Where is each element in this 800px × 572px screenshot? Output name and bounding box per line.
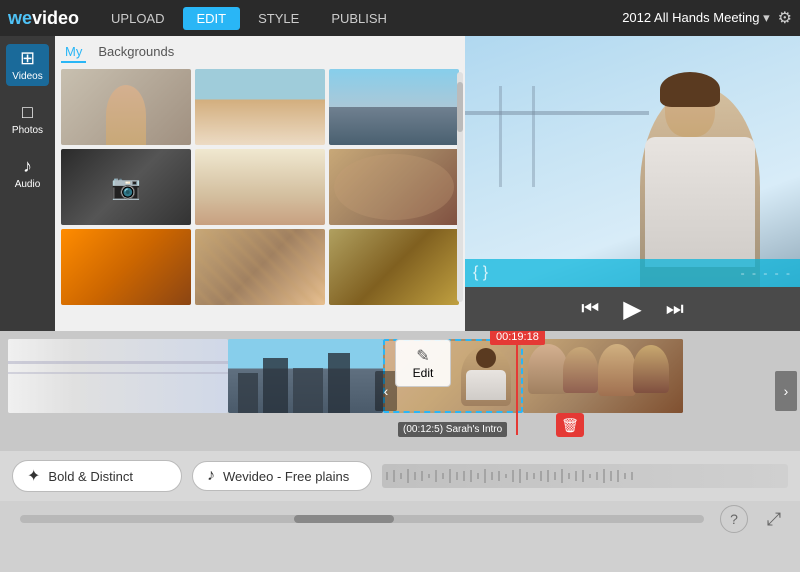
audio-icon: ♪: [23, 156, 32, 177]
nav-style[interactable]: STYLE: [244, 7, 313, 30]
main-area: ⊞ Videos □ Photos ♪ Audio My Backgrounds: [0, 36, 800, 331]
media-scrollbar-thumb: [457, 82, 463, 132]
media-thumb[interactable]: [195, 149, 325, 225]
media-thumb[interactable]: 📷: [61, 149, 191, 225]
top-navigation: wevideo UPLOAD EDIT STYLE PUBLISH 2012 A…: [0, 0, 800, 36]
bottom-bar: ✦ Bold & Distinct ♪ Wevideo - Free plain…: [0, 451, 800, 501]
media-tabs: My Backgrounds: [61, 42, 459, 63]
sidebar-item-audio[interactable]: ♪ Audio: [9, 152, 47, 194]
photo-icon: □: [22, 102, 33, 123]
preview-overlay-bar: { } - - - - -: [465, 259, 800, 287]
media-thumb[interactable]: [329, 229, 459, 305]
help-button[interactable]: ?: [720, 505, 748, 533]
project-title: 2012 All Hands Meeting ▾: [622, 10, 769, 26]
timeline-clip-business[interactable]: [523, 339, 683, 413]
timeline-next-button[interactable]: ›: [775, 371, 797, 411]
media-thumb[interactable]: [195, 69, 325, 145]
media-panel: My Backgrounds 📷: [55, 36, 465, 331]
sidebar-item-label: Photos: [12, 125, 43, 136]
theme-label: Bold & Distinct: [48, 469, 133, 484]
theme-icon: ✦: [27, 466, 40, 486]
audio-label: Wevideo - Free plains: [223, 469, 349, 484]
media-thumb[interactable]: [329, 69, 459, 145]
media-thumb[interactable]: [61, 229, 191, 305]
very-bottom: ? ⤢: [0, 501, 800, 537]
nav-upload[interactable]: UPLOAD: [97, 7, 178, 30]
sidebar: ⊞ Videos □ Photos ♪ Audio: [0, 36, 55, 331]
bottom-icons: ? ⤢: [720, 505, 788, 533]
tab-my[interactable]: My: [61, 42, 86, 63]
skip-back-button[interactable]: ⏮: [581, 298, 599, 321]
timeline-clip-road[interactable]: [8, 339, 228, 413]
media-thumb[interactable]: [195, 229, 325, 305]
preview-controls: ⏮ ▶ ⏭: [465, 287, 800, 331]
sidebar-item-label: Videos: [12, 71, 42, 82]
media-scrollbar[interactable]: [457, 72, 463, 302]
timecode-box: 00:19:18: [490, 331, 545, 345]
media-thumb[interactable]: [329, 149, 459, 225]
play-button[interactable]: ▶: [623, 295, 641, 324]
horizontal-scrollbar[interactable]: [20, 515, 704, 523]
timeline-clip-city[interactable]: [228, 339, 383, 413]
preview-bracket-left: { }: [473, 264, 488, 282]
settings-button[interactable]: ⚙: [778, 8, 792, 28]
media-thumb[interactable]: [61, 69, 191, 145]
waveform-display: [382, 464, 788, 488]
video-icon: ⊞: [20, 48, 35, 69]
audio-selector[interactable]: ♪ Wevideo - Free plains: [192, 461, 372, 491]
preview-video: { } - - - - -: [465, 36, 800, 287]
tab-backgrounds[interactable]: Backgrounds: [94, 42, 178, 63]
nav-edit[interactable]: EDIT: [183, 7, 241, 30]
scrollbar-thumb: [294, 515, 394, 523]
preview-dashed-right: - - - - -: [741, 266, 792, 280]
timecode-marker: 00:19:18: [490, 331, 545, 435]
app-logo: wevideo: [8, 8, 79, 29]
fullscreen-button[interactable]: ⤢: [760, 505, 788, 533]
sidebar-item-photos[interactable]: □ Photos: [6, 98, 49, 140]
sidebar-item-label: Audio: [15, 179, 41, 190]
timeline-area: 00:19:18: [0, 331, 800, 451]
audio-note-icon: ♪: [207, 467, 215, 485]
timecode-line: [516, 345, 518, 435]
delete-clip-button[interactable]: 🗑: [556, 413, 584, 437]
timeline-prev-button[interactable]: ‹: [375, 371, 397, 411]
sidebar-item-videos[interactable]: ⊞ Videos: [6, 44, 48, 86]
edit-popup: ✎ Edit: [395, 339, 451, 387]
skip-forward-button[interactable]: ⏭: [666, 298, 684, 321]
theme-selector[interactable]: ✦ Bold & Distinct: [12, 460, 182, 492]
preview-panel: { } - - - - - ⏮ ▶ ⏭: [465, 36, 800, 331]
nav-publish[interactable]: PUBLISH: [317, 7, 401, 30]
edit-label[interactable]: Edit: [413, 366, 434, 380]
media-grid: 📷: [61, 69, 459, 305]
edit-pencil-icon: ✎: [416, 346, 429, 366]
